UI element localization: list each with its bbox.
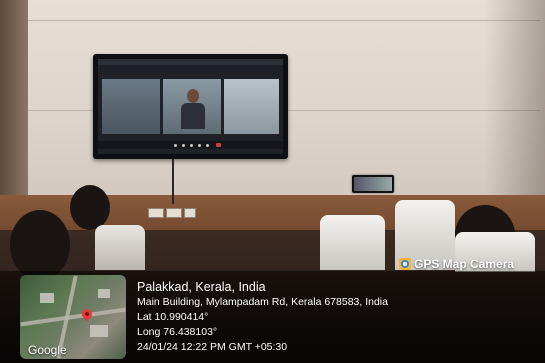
conference-title-bar (98, 59, 283, 65)
control-dot (182, 144, 185, 147)
map-road (20, 307, 126, 327)
control-dot (206, 144, 209, 147)
map-thumbnail: Google (20, 275, 126, 359)
map-building (98, 289, 110, 298)
video-conference-screen (98, 59, 283, 154)
control-dot (190, 144, 193, 147)
video-tile-speaker (163, 79, 221, 134)
chair (95, 225, 145, 270)
control-dot (198, 144, 201, 147)
location-longitude: Long 76.438103° (137, 326, 218, 338)
wall-outlet (184, 208, 196, 218)
map-building (40, 293, 54, 303)
end-call-indicator (216, 143, 221, 147)
video-tile-room (102, 79, 160, 134)
tv-cable (172, 159, 174, 204)
location-latitude: Lat 10.990414° (137, 311, 209, 323)
gps-brand-label: GPS Map Camera (399, 257, 514, 271)
location-address: Main Building, Mylampadam Rd, Kerala 678… (137, 296, 388, 308)
control-dot (174, 144, 177, 147)
map-building (90, 325, 108, 337)
location-title: Palakkad, Kerala, India (137, 280, 266, 294)
google-attribution: Google (28, 343, 67, 357)
speaker-body (181, 103, 205, 129)
gps-brand-text: GPS Map Camera (414, 257, 515, 271)
wall-tv (93, 54, 288, 159)
attendee-head (70, 185, 110, 230)
video-tile-remote (224, 79, 279, 134)
speaker-head (187, 89, 199, 103)
wall-outlet (166, 208, 182, 218)
gps-map-camera-app-icon (399, 258, 411, 270)
location-pin-icon (79, 306, 95, 322)
wall-outlet (148, 208, 164, 218)
small-monitor (352, 175, 394, 193)
chair (320, 215, 385, 270)
wall-panel-line (20, 20, 540, 21)
location-datetime: 24/01/24 12:22 PM GMT +05:30 (137, 341, 288, 353)
location-details: Palakkad, Kerala, India Main Building, M… (137, 279, 537, 355)
